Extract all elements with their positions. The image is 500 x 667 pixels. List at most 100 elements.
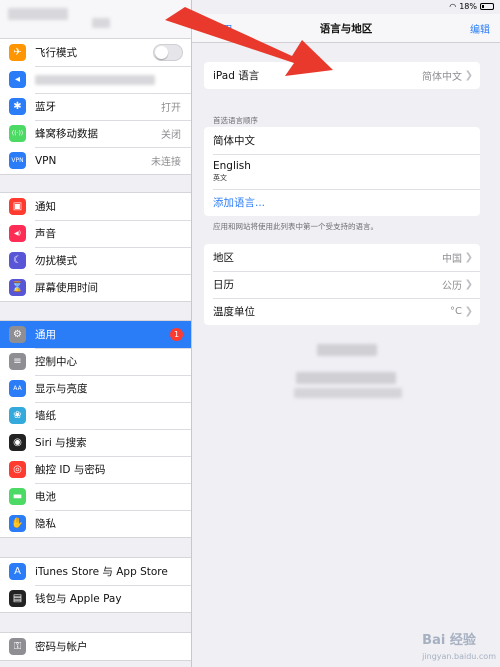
sidebar-item-label: 触控 ID 与密码 xyxy=(35,464,106,476)
sidebar-item[interactable]: VPN VPN 未连接 xyxy=(0,147,191,174)
sidebar-item[interactable]: ▣ 通知 xyxy=(0,193,191,220)
sidebar-item-label: Siri 与搜索 xyxy=(35,437,87,449)
sidebar-item[interactable]: AiTunes Store 与 App Store xyxy=(0,558,191,585)
sidebar-item[interactable]: ((·)) 蜂窝移动数据 关闭 xyxy=(0,120,191,147)
region-group: 地区 中国 ❯ 日历 公历 ❯ 温度单位 °C ❯ xyxy=(204,244,480,325)
preferred-languages-group: 简体中文 English 英文 添加语言... xyxy=(204,127,480,216)
vpn-icon: VPN xyxy=(9,152,26,169)
wifi-icon: ◂ xyxy=(9,71,26,88)
blurred-label xyxy=(35,74,155,85)
sidebar-item-label: iTunes Store 与 App Store xyxy=(35,566,168,578)
sidebar-item[interactable]: ⚙ 通用 1 xyxy=(0,321,191,348)
wallpaper-icon: ❀ xyxy=(9,407,26,424)
sidebar-item[interactable]: ▤ 钱包与 Apple Pay xyxy=(0,585,191,612)
fingerprint-icon: ◎ xyxy=(9,461,26,478)
app-store-icon: A xyxy=(9,563,26,580)
ipad-language-group: iPad 语言 简体中文 ❯ xyxy=(204,62,480,89)
preferred-footer-note: 应用和网站将使用此列表中第一个受支持的语言。 xyxy=(213,222,378,231)
sidebar-item[interactable]: ⚿ 密码与帐户 xyxy=(0,633,191,660)
ipad-language-value: 简体中文 xyxy=(422,72,462,83)
chevron-right-icon: ❯ xyxy=(464,70,473,81)
notification-badge: 1 xyxy=(170,328,183,341)
sidebar-item-label: 显示与亮度 xyxy=(35,383,88,395)
chevron-right-icon: ❯ xyxy=(464,252,473,263)
temperature-unit-row[interactable]: 温度单位 °C ❯ xyxy=(204,298,480,325)
sidebar-item[interactable]: ◉ Siri 与搜索 xyxy=(0,429,191,456)
sidebar-item-label: 声音 xyxy=(35,228,56,240)
sidebar-item-label: 电池 xyxy=(35,491,56,503)
chevron-right-icon: ❯ xyxy=(464,306,473,317)
sidebar-item[interactable]: AA 显示与亮度 xyxy=(0,375,191,402)
temperature-unit-value: °C xyxy=(450,306,462,317)
siri-icon: ◉ xyxy=(9,434,26,451)
airplane-icon: ✈ xyxy=(9,44,26,61)
calendar-value: 公历 xyxy=(442,281,462,292)
navigation-bar: ❮ 通用 语言与地区 编辑 xyxy=(192,14,500,43)
sidebar-item[interactable]: ⌛ 屏幕使用时间 xyxy=(0,274,191,301)
language-label: 简体中文 xyxy=(213,135,255,147)
sidebar-item-label: 隐私 xyxy=(35,518,56,530)
temperature-unit-label: 温度单位 xyxy=(213,306,255,318)
wallet-icon: ▤ xyxy=(9,590,26,607)
sidebar-item-label: 飞行模式 xyxy=(35,47,77,59)
sidebar-item[interactable]: ❀ 墙纸 xyxy=(0,402,191,429)
language-item[interactable]: English 英文 xyxy=(204,154,480,189)
sidebar-item-label: 密码与帐户 xyxy=(35,641,88,653)
store-group: AiTunes Store 与 App Store ▤ 钱包与 Apple Pay xyxy=(0,557,191,613)
sound-icon: ◀) xyxy=(9,225,26,242)
preferred-order-header: 首选语言顺序 xyxy=(213,116,258,125)
region-row[interactable]: 地区 中国 ❯ xyxy=(204,244,480,271)
moon-icon: ☾ xyxy=(9,252,26,269)
add-language-row[interactable]: 添加语言... xyxy=(204,189,480,216)
connectivity-group: ✈ 飞行模式 ◂ ✱ 蓝牙 打开 ((·)) 蜂窝移动数据 关闭 VPN VPN 未连接 xyxy=(0,38,191,175)
sidebar-item[interactable]: ☾ 勿扰模式 xyxy=(0,247,191,274)
settings-sidebar: ✈ 飞行模式 ◂ ✱ 蓝牙 打开 ((·)) 蜂窝移动数据 关闭 VPN VPN 未连接 ▣ 通知 ◀) 声… xyxy=(0,0,192,667)
language-sublabel: 英文 xyxy=(213,174,227,182)
gear-icon: ⚙ xyxy=(9,326,26,343)
key-icon: ⚿ xyxy=(9,638,26,655)
sidebar-item-label: 蜂窝移动数据 xyxy=(35,128,98,140)
language-item[interactable]: 简体中文 xyxy=(204,127,480,154)
sidebar-item-value: 关闭 xyxy=(161,130,181,141)
cellular-icon: ((·)) xyxy=(9,125,26,142)
wifi-status-icon: ◠ xyxy=(449,2,457,11)
region-value: 中国 xyxy=(442,254,462,265)
airplane-mode-toggle[interactable] xyxy=(153,44,183,61)
sidebar-item[interactable]: ≡ 控制中心 xyxy=(0,348,191,375)
status-bar: ◠ 18% xyxy=(449,2,494,11)
sidebar-item[interactable]: ▬ 电池 xyxy=(0,483,191,510)
sidebar-item[interactable]: ◎ 触控 ID 与密码 xyxy=(0,456,191,483)
sidebar-item[interactable]: ✈ 飞行模式 xyxy=(0,39,191,66)
control-center-icon: ≡ xyxy=(9,353,26,370)
general-group: ⚙ 通用 1 ≡ 控制中心 AA 显示与亮度 ❀ 墙纸 ◉ Siri 与搜索 ◎ 触控 ID 与密码 ▬ 电… xyxy=(0,320,191,538)
ipad-language-row[interactable]: iPad 语言 简体中文 ❯ xyxy=(204,62,480,89)
notifications-group: ▣ 通知 ◀) 声音 ☾ 勿扰模式 ⌛ 屏幕使用时间 xyxy=(0,192,191,302)
sidebar-item[interactable]: ✋ 隐私 xyxy=(0,510,191,537)
calendar-row[interactable]: 日历 公历 ❯ xyxy=(204,271,480,298)
sidebar-item-label: 蓝牙 xyxy=(35,101,56,113)
battery-icon xyxy=(480,3,494,10)
sidebar-item-value: 打开 xyxy=(161,103,181,114)
display-icon: AA xyxy=(9,380,26,397)
language-label: English xyxy=(213,160,251,172)
sidebar-item[interactable]: ◀) 声音 xyxy=(0,220,191,247)
sidebar-item-label: 勿扰模式 xyxy=(35,255,77,267)
notifications-icon: ▣ xyxy=(9,198,26,215)
add-language-link[interactable]: 添加语言... xyxy=(213,195,265,210)
sidebar-item-label: 通知 xyxy=(35,201,56,213)
calendar-label: 日历 xyxy=(213,279,234,291)
region-label: 地区 xyxy=(213,252,234,264)
sidebar-item[interactable]: ✱ 蓝牙 打开 xyxy=(0,93,191,120)
edit-button[interactable]: 编辑 xyxy=(470,21,490,36)
sidebar-item-label: 墙纸 xyxy=(35,410,56,422)
page-title: 语言与地区 xyxy=(319,23,373,35)
bluetooth-icon: ✱ xyxy=(9,98,26,115)
hand-icon: ✋ xyxy=(9,515,26,532)
sidebar-item-label: 钱包与 Apple Pay xyxy=(35,593,122,605)
sidebar-item-value: 未连接 xyxy=(151,157,181,168)
ipad-language-label: iPad 语言 xyxy=(213,70,260,82)
language-region-pane: ◠ 18% ❮ 通用 语言与地区 编辑 iPad 语言 简体中文 ❯ 首选语言顺… xyxy=(192,0,500,667)
sidebar-item[interactable]: ◂ xyxy=(0,66,191,93)
sidebar-header-blurred xyxy=(0,0,191,38)
accounts-group: ⚿ 密码与帐户 xyxy=(0,632,191,661)
